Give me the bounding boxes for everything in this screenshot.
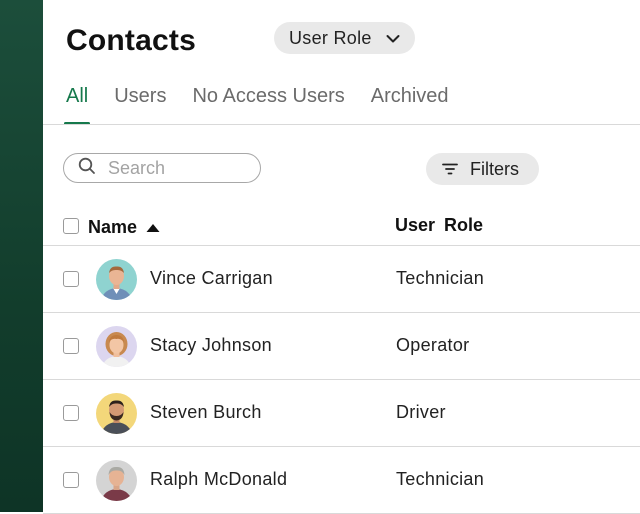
sort-ascending-icon (146, 217, 160, 238)
app-sidebar (0, 0, 43, 512)
row-checkbox[interactable] (63, 405, 79, 421)
contact-name[interactable]: Stacy Johnson (150, 335, 272, 356)
table-row[interactable]: Vince Carrigan Technician (43, 246, 640, 313)
user-role-dropdown-label: User Role (289, 27, 372, 48)
tab-users[interactable]: Users (114, 83, 166, 125)
row-checkbox[interactable] (63, 472, 79, 488)
contact-name[interactable]: Vince Carrigan (150, 268, 273, 289)
row-checkbox[interactable] (63, 338, 79, 354)
user-role-column-header[interactable]: User Role (395, 215, 483, 236)
tabs-divider (43, 124, 640, 125)
filters-label: Filters (470, 158, 519, 179)
contact-role: Operator (396, 335, 470, 355)
contacts-tabs: All Users No Access Users Archived (63, 83, 449, 125)
tab-all[interactable]: All (63, 83, 91, 125)
avatar (96, 393, 137, 434)
name-column-header[interactable]: Name (88, 217, 160, 238)
table-row[interactable]: Steven Burch Driver (43, 380, 640, 447)
tab-archived[interactable]: Archived (371, 83, 449, 125)
filters-button[interactable]: Filters (426, 153, 539, 185)
contact-name[interactable]: Ralph McDonald (150, 469, 287, 490)
filter-icon (442, 159, 458, 180)
main-content: Contacts All Users No Access Users Archi… (43, 0, 640, 514)
tab-no-access-users[interactable]: No Access Users (192, 83, 344, 125)
page-title: Contacts (66, 24, 196, 57)
table-row[interactable]: Stacy Johnson Operator (43, 313, 640, 380)
avatar (96, 326, 137, 367)
contact-name[interactable]: Steven Burch (150, 402, 262, 423)
contact-role: Driver (396, 402, 446, 422)
chevron-down-icon (386, 28, 400, 49)
table-header: Name User Role (43, 200, 640, 246)
search-icon (78, 157, 96, 180)
contact-role: Technician (396, 469, 485, 489)
name-column-label: Name (88, 217, 138, 237)
row-checkbox[interactable] (63, 271, 79, 287)
avatar (96, 259, 137, 300)
table-row[interactable]: Ralph McDonald Technician (43, 447, 640, 514)
search-box[interactable] (63, 153, 261, 183)
avatar (96, 460, 137, 501)
contact-role: Technician (396, 268, 485, 288)
user-role-dropdown[interactable]: User Role (274, 22, 415, 54)
select-all-checkbox[interactable] (63, 218, 79, 234)
search-input[interactable] (106, 156, 250, 180)
